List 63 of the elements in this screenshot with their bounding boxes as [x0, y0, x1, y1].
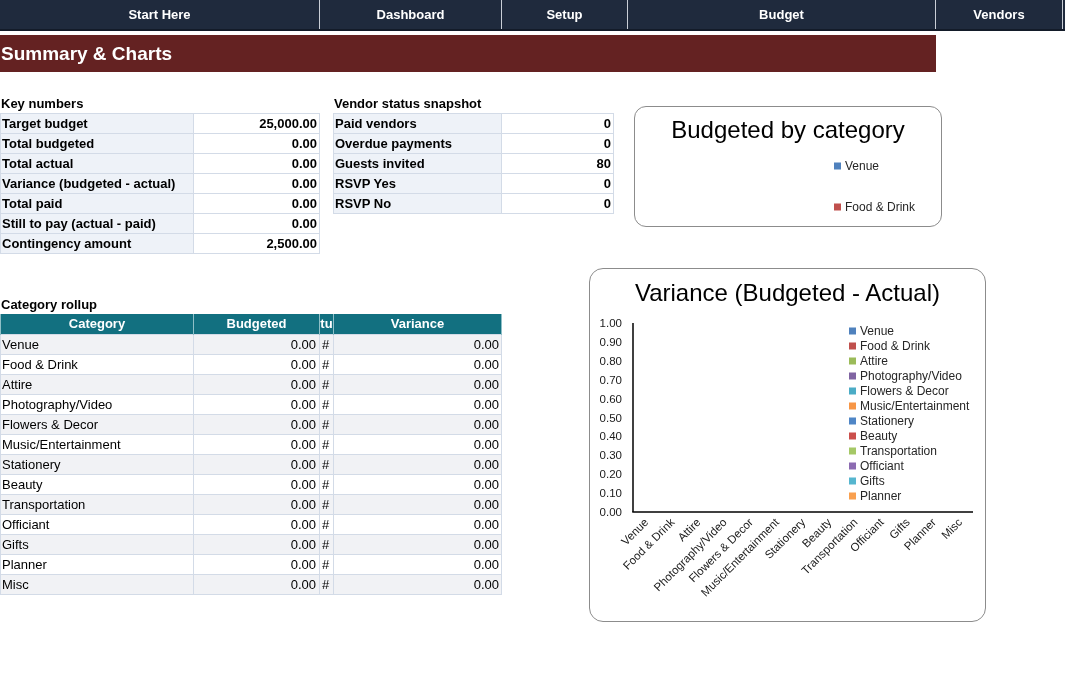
legend-label: Food & Drink — [845, 200, 916, 214]
legend-label: Officiant — [860, 459, 904, 473]
column-header: Variance — [333, 314, 502, 334]
row-label: Beauty — [0, 474, 194, 494]
row-label: Target budget — [0, 113, 194, 134]
axis-tick-label: 0.50 — [599, 411, 622, 424]
table-cell: 25,000.00 — [193, 113, 320, 134]
row-label: Variance (budgeted - actual) — [0, 173, 194, 194]
axis-tick-label: 0.30 — [599, 449, 622, 462]
row-label: Food & Drink — [0, 354, 194, 374]
row-label: Still to pay (actual - paid) — [0, 213, 194, 234]
row-label: Photography/Video — [0, 394, 194, 414]
axis-tick-label: 0.60 — [599, 392, 622, 405]
legend-label: Venue — [860, 324, 895, 338]
chart-title: Budgeted by category — [671, 116, 905, 144]
row-label: Overdue payments — [333, 133, 502, 154]
axis-tick-label: 0.90 — [599, 335, 622, 348]
row-label: Attire — [0, 374, 194, 394]
row-label: Stationery — [0, 454, 194, 474]
section-heading: Category rollup — [0, 296, 99, 314]
legend-label: Stationery — [860, 414, 915, 428]
row-label: Total budgeted — [0, 133, 194, 154]
row-label: Contingency amount — [0, 233, 194, 254]
axis-tick-label: 0.20 — [599, 468, 622, 481]
table-cell: 0.00 — [193, 334, 320, 354]
legend-label: Venue — [845, 159, 880, 173]
axis-tick-label: 0.80 — [599, 354, 622, 367]
legend-label: Planner — [860, 489, 902, 503]
row-label: Guests invited — [333, 153, 502, 174]
row-label: Venue — [0, 334, 194, 354]
legend-label: Transportation — [860, 444, 937, 458]
row-label: Music/Entertainment — [0, 434, 194, 454]
legend-label: Flowers & Decor — [860, 384, 949, 398]
row-label: Total actual — [0, 153, 194, 174]
column-header: Budgeted — [193, 314, 320, 334]
section-heading: Key numbers — [0, 95, 85, 113]
row-label: Paid vendors — [333, 113, 502, 134]
row-label: Gifts — [0, 534, 194, 554]
legend-label: Gifts — [860, 474, 885, 488]
table-cell: 0.00 — [333, 334, 502, 354]
section-heading: Vendor status snapshot — [333, 95, 483, 113]
axis-tick-label: 0.10 — [599, 487, 622, 500]
axis-tick-label: 0.00 — [599, 506, 622, 518]
chart-title: Variance (Budgeted - Actual) — [634, 279, 941, 307]
legend-label: Photography/Video — [860, 369, 962, 383]
row-label: Officiant — [0, 514, 194, 534]
legend-label: Attire — [860, 354, 888, 368]
row-label: RSVP No — [333, 193, 502, 214]
row-label: Planner — [0, 554, 194, 574]
legend-label: Beauty — [860, 429, 898, 443]
axis-tick-label: 0.40 — [599, 430, 622, 443]
row-label: RSVP Yes — [333, 173, 502, 194]
row-label: Total paid — [0, 193, 194, 214]
row-label: Misc — [0, 574, 194, 594]
column-header: Category — [0, 314, 194, 334]
table-cell: 0 — [501, 113, 614, 134]
row-label: Flowers & Decor — [0, 414, 194, 434]
page-title: Summary & Charts — [1, 44, 173, 63]
axis-tick-label: 0.70 — [599, 373, 622, 386]
axis-tick-label: 1.00 — [599, 317, 622, 329]
legend-label: Food & Drink — [860, 339, 931, 353]
legend-label: Music/Entertainment — [860, 399, 970, 413]
row-label: Transportation — [0, 494, 194, 514]
